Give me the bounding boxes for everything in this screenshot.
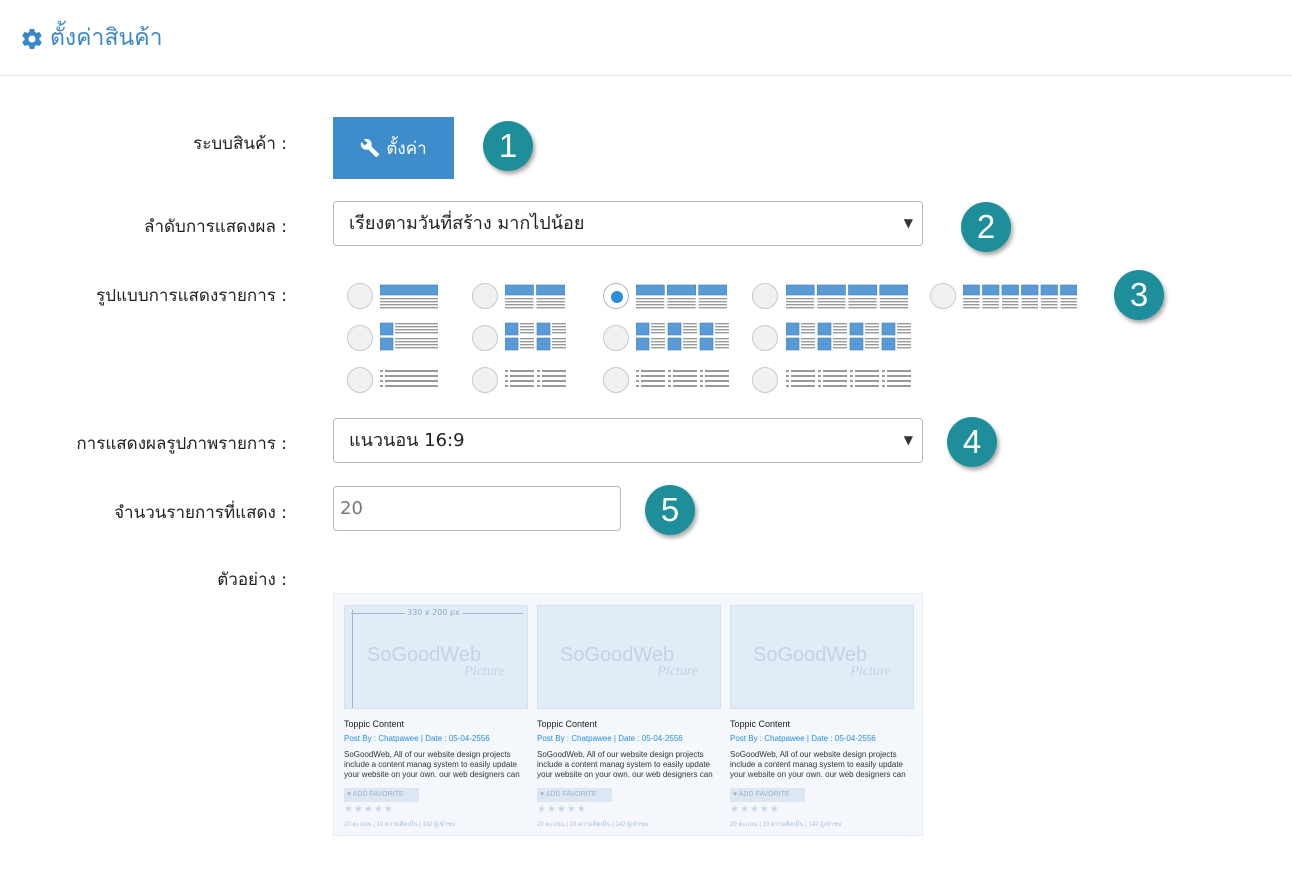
add-favorite-button: ♥ ADD FAVORITE [730,788,805,802]
page-title: ตั้งค่าสินค้า [50,25,163,51]
rating-stars-icon: ★★★★★ [344,804,394,815]
card-stats: 20 คะแนน | 10 ความคิดเห็น | 142 ผู้เข้าช… [537,822,649,828]
preview-card: SoGoodWeb Picture Toppic Content Post By… [537,605,721,833]
card-title: Toppic Content [730,719,791,729]
card-meta: Post By : Chatpawee | Date : 05-04-2556 [537,734,683,743]
card-stats: 20 คะแนน | 10 ความคิดเห็น | 142 ผู้เข้าช… [730,822,842,828]
setup-button-label: ตั้งค่า [386,138,427,159]
add-favorite-label: ADD FAVORITE [352,791,404,798]
layout-radio-text-list-4[interactable] [752,367,778,393]
dropdown-arrow-icon: ▼ [903,433,913,447]
layout-thumb-list-3-icon [635,322,729,356]
layout-radio-thumb-list-2[interactable] [472,325,498,351]
layout-grid-3-icon [635,284,728,314]
layout-thumb-list-1-icon [379,322,438,356]
image-display-value: แนวนอน 16:9 [349,430,465,451]
layout-text-list-1-icon [380,368,438,394]
item-count-label: จำนวนรายการที่แสดง : [114,503,287,523]
rating-stars-icon: ★★★★★ [730,804,780,815]
card-description: SoGoodWeb, All of our website design pro… [730,750,906,779]
display-order-label: ลำดับการแสดงผล : [144,217,287,237]
add-favorite-label: ADD FAVORITE [545,791,597,798]
preview-panel: 330 x 200 px SoGoodWeb Picture Toppic Co… [333,593,923,836]
image-display-label: การแสดงผลรูปภาพรายการ : [76,434,287,454]
layout-thumb-list-4-icon [785,322,911,356]
display-order-select[interactable]: เรียงตามวันที่สร้าง มากไปน้อย ▼ [333,201,923,246]
step-badge-3: 3 [1114,270,1164,320]
heart-icon: ♥ [347,791,352,798]
layout-radio-text-list-3[interactable] [603,367,629,393]
add-favorite-button: ♥ ADD FAVORITE [537,788,612,802]
card-description: SoGoodWeb, All of our website design pro… [344,750,520,779]
page-header: ตั้งค่าสินค้า [0,0,1292,76]
layout-grid-2-icon [504,284,566,314]
preview-card: SoGoodWeb Picture Toppic Content Post By… [730,605,914,833]
layout-radio-grid-6[interactable] [930,283,956,309]
gear-icon [22,29,42,50]
card-stats: 20 คะแนน | 10 ความคิดเห็น | 142 ผู้เข้าช… [344,822,456,828]
card-title: Toppic Content [344,719,405,729]
list-layout-label: รูปแบบการแสดงรายการ : [96,286,287,306]
layout-radio-text-list-2[interactable] [472,367,498,393]
step-badge-4: 4 [947,417,997,467]
layout-grid-1-icon [379,284,439,314]
card-meta: Post By : Chatpawee | Date : 05-04-2556 [730,734,876,743]
card-meta: Post By : Chatpawee | Date : 05-04-2556 [344,734,490,743]
step-badge-5: 5 [645,485,695,535]
preview-image-placeholder: 330 x 200 px SoGoodWeb Picture [344,605,528,709]
add-favorite-label: ADD FAVORITE [738,791,790,798]
layout-radio-thumb-list-4[interactable] [752,325,778,351]
image-display-select[interactable]: แนวนอน 16:9 ▼ [333,418,923,463]
item-count-input[interactable]: 20 [333,486,621,531]
layout-grid-4-icon [785,284,909,314]
preview-image-placeholder: SoGoodWeb Picture [730,605,914,709]
card-title: Toppic Content [537,719,598,729]
layout-text-list-2-icon [505,368,566,394]
heart-icon: ♥ [540,791,545,798]
step-badge-2: 2 [961,202,1011,252]
layout-radio-text-list-1[interactable] [347,367,373,393]
display-order-value: เรียงตามวันที่สร้าง มากไปน้อย [349,213,585,234]
image-dimension-label: 330 x 200 px [405,608,462,617]
product-system-label: ระบบสินค้า : [193,134,287,154]
layout-radio-thumb-list-3[interactable] [603,325,629,351]
preview-card: 330 x 200 px SoGoodWeb Picture Toppic Co… [344,605,528,833]
layout-text-list-3-icon [636,368,729,394]
layout-radio-thumb-list-1[interactable] [347,325,373,351]
layout-radio-grid-3[interactable] [603,283,629,309]
dropdown-arrow-icon: ▼ [903,216,913,230]
step-badge-1: 1 [483,121,533,171]
preview-image-placeholder: SoGoodWeb Picture [537,605,721,709]
wrench-icon [361,138,380,158]
setup-button[interactable]: ตั้งค่า [333,117,454,179]
layout-text-list-4-icon [786,368,911,394]
preview-label: ตัวอย่าง : [217,570,287,590]
layout-thumb-list-2-icon [504,322,566,356]
watermark-sub: Picture [657,664,698,679]
layout-radio-grid-2[interactable] [472,283,498,309]
watermark-sub: Picture [464,664,505,679]
card-description: SoGoodWeb, All of our website design pro… [537,750,713,779]
layout-radio-grid-4[interactable] [752,283,778,309]
layout-grid-6-icon [962,284,1078,314]
watermark-sub: Picture [850,664,891,679]
add-favorite-button: ♥ ADD FAVORITE [344,788,419,802]
rating-stars-icon: ★★★★★ [537,804,587,815]
layout-radio-grid-1[interactable] [347,283,373,309]
heart-icon: ♥ [733,791,738,798]
